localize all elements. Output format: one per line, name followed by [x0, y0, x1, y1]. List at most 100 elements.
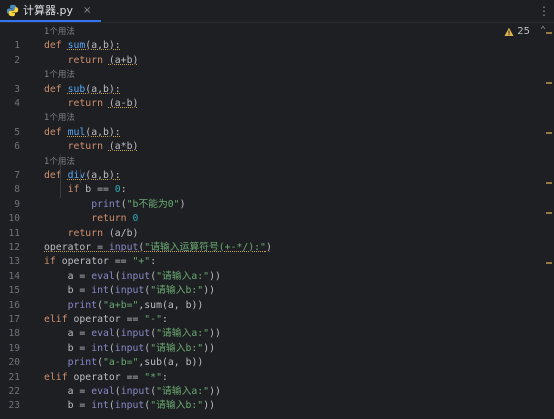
line-number: 20: [8, 357, 20, 369]
scrollbar-warning-mark[interactable]: [546, 212, 552, 214]
line-number: 21: [8, 371, 20, 383]
code-token: (a+b): [108, 54, 139, 66]
code-text: return (a*b): [44, 140, 139, 154]
code-token: elif: [44, 314, 74, 325]
code-token: operator =: [44, 242, 109, 253]
code-token: elif: [44, 371, 74, 383]
code-token: (a,b):: [85, 40, 121, 52]
code-text: elif operator == "*":: [44, 371, 168, 385]
code-token: ,sub(a, b)): [138, 357, 204, 369]
line-number: 19: [8, 342, 20, 354]
code-token: input: [108, 242, 139, 253]
code-token: operator ==: [61, 256, 133, 268]
code-token: eval: [91, 270, 115, 282]
code-token: ): [179, 198, 186, 210]
code-token: return: [67, 227, 109, 239]
code-token: print: [67, 299, 98, 311]
line-number: 9: [14, 198, 20, 210]
code-text: if operator == "+":: [44, 255, 156, 269]
code-token: (a,b):: [85, 170, 121, 181]
code-token: "请输入b:": [150, 285, 204, 297]
code-text: return (a-b): [44, 97, 139, 111]
code-token: input: [120, 328, 151, 340]
scrollbar-warning-mark[interactable]: [546, 132, 552, 134]
code-token: int: [91, 400, 109, 412]
code-token: a =: [44, 386, 92, 397]
line-number: 8: [14, 184, 20, 196]
code-token: eval: [91, 386, 115, 397]
code-token: )): [209, 328, 221, 340]
scrollbar-warning-mark[interactable]: [546, 262, 552, 264]
line-number: 4: [14, 98, 20, 109]
warning-count: 25: [517, 26, 530, 37]
code-token: return: [67, 54, 109, 66]
more-options-icon[interactable]: ⋮: [538, 3, 550, 19]
code-token: )): [209, 270, 221, 282]
code-text: return (a/b): [44, 227, 139, 241]
code-token: (a,b):: [85, 126, 121, 138]
line-number: 1: [14, 40, 20, 52]
scrollbar-warning-mark[interactable]: [546, 32, 552, 34]
code-token: int: [91, 285, 109, 297]
inspection-widget[interactable]: 25: [504, 26, 530, 37]
code-token: "请输入a:": [156, 386, 210, 397]
code-text: def sub(a,b):: [44, 83, 121, 97]
line-number: 13: [8, 256, 20, 268]
code-token: )): [203, 342, 215, 354]
code-text: print("a-b=",sub(a, b)): [44, 356, 204, 370]
code-text: a = eval(input("请输入a:")): [44, 327, 221, 341]
code-token: (a-b): [108, 98, 139, 109]
code-token: b ==: [85, 184, 115, 196]
editor-tab-bar: 计算器.py × ⋮: [0, 0, 554, 23]
code-token: def: [44, 126, 68, 138]
line-number: 7: [14, 170, 20, 181]
code-token: print: [91, 198, 121, 210]
indent-guide: [60, 154, 61, 198]
code-token: :: [161, 371, 168, 383]
code-token: return: [91, 213, 133, 225]
code-token: a =: [44, 328, 92, 340]
tab-calculator-py[interactable]: 计算器.py ×: [0, 0, 102, 22]
usage-hint[interactable]: 1个用法: [44, 68, 75, 82]
code-token: "请输入b:": [150, 400, 204, 412]
code-text: if b == 0:: [44, 183, 127, 197]
code-text: b = int(input("请输入b:")): [44, 342, 215, 356]
line-number: 18: [8, 328, 20, 340]
line-number: 12: [8, 242, 20, 253]
code-token: div: [67, 170, 86, 181]
code-editor[interactable]: 25 ⌃ 1个用法 1 def sum(a,b): 2 return (a+b) 1个用…: [0, 23, 554, 419]
code-text: return 0: [44, 212, 138, 226]
code-token: operator ==: [73, 371, 145, 383]
code-token: "-": [144, 314, 162, 325]
code-token: )): [203, 400, 215, 412]
code-token: print: [67, 357, 98, 369]
scrollbar-warning-mark[interactable]: [546, 182, 552, 184]
code-token: :: [161, 314, 168, 325]
code-text: def sum(a,b):: [44, 39, 121, 53]
code-token: eval: [91, 328, 115, 340]
code-token: ,sum(a, b)): [138, 299, 204, 311]
code-token: int: [91, 342, 109, 354]
code-token: "a-b=": [103, 357, 139, 369]
code-token: input: [114, 400, 145, 412]
code-token: input: [120, 270, 151, 282]
close-tab-icon[interactable]: ×: [83, 5, 91, 16]
scrollbar-warning-mark[interactable]: [546, 82, 552, 84]
code-token: def: [44, 83, 68, 95]
tab-label: 计算器.py: [23, 4, 73, 17]
line-number: 5: [14, 126, 20, 138]
code-token: b =: [44, 400, 92, 412]
editor-scrollbar[interactable]: [546, 22, 554, 418]
indent-guide: [80, 168, 81, 184]
line-number: 6: [14, 141, 20, 153]
usage-hint[interactable]: 1个用法: [44, 111, 75, 125]
code-text: def div(a,b):: [44, 169, 121, 183]
code-token: (a*b): [108, 141, 139, 153]
usage-hint[interactable]: 1个用法: [44, 25, 75, 39]
code-text: operator = input("请输入运算符号(+-*/):"): [44, 241, 272, 255]
line-number: 16: [8, 299, 20, 311]
code-token: "b不能为0": [126, 198, 180, 210]
